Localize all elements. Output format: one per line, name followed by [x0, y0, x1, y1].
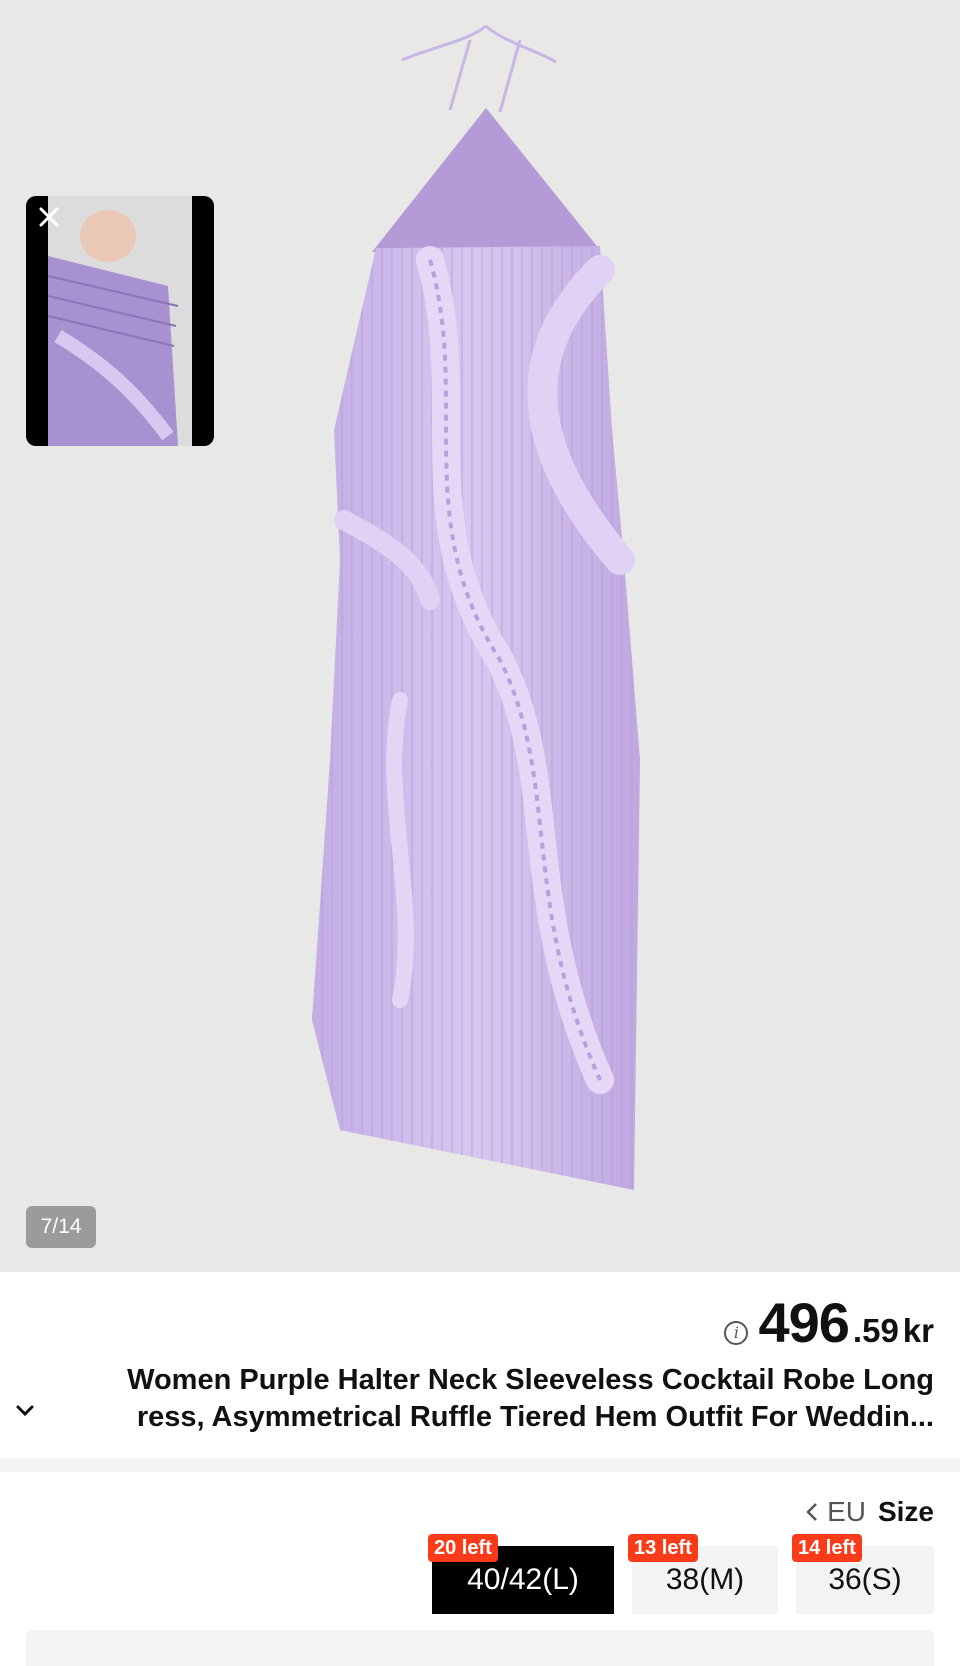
size-option-label: 36(S)	[828, 1563, 902, 1596]
close-icon[interactable]	[34, 202, 64, 232]
size-option-l[interactable]: 20 left 40/42(L)	[428, 1534, 614, 1614]
video-preview-image	[48, 196, 192, 446]
price-decimal: .59	[852, 1312, 899, 1349]
stock-badge: 14 left	[792, 1534, 862, 1562]
size-region-toggle[interactable]: EU	[805, 1496, 866, 1528]
info-icon[interactable]: i	[724, 1320, 749, 1345]
size-option-m[interactable]: 13 left 38(M)	[628, 1534, 778, 1614]
stock-badge: 20 left	[428, 1534, 498, 1562]
image-counter: 7/14	[26, 1206, 96, 1248]
size-option-s[interactable]: 14 left 36(S)	[792, 1534, 934, 1614]
chevron-down-icon[interactable]	[10, 1396, 40, 1426]
price: i 496 .59 kr	[724, 1290, 934, 1355]
product-image[interactable]	[0, 0, 960, 1272]
product-gallery[interactable]: 7/14	[0, 0, 960, 1272]
price-integer: 496	[758, 1291, 849, 1354]
next-section	[26, 1630, 934, 1666]
product-info: i 496 .59 kr Women Purple Halter Neck Sl…	[0, 1272, 960, 1458]
size-option-label: 40/42(L)	[467, 1563, 579, 1596]
product-title[interactable]: Women Purple Halter Neck Sleeveless Cock…	[54, 1362, 934, 1436]
stock-badge: 13 left	[628, 1534, 698, 1562]
price-currency: kr	[902, 1312, 934, 1349]
size-header: EU Size	[805, 1496, 934, 1528]
chevron-left-icon	[806, 1503, 817, 1521]
video-preview[interactable]	[26, 196, 214, 446]
size-region-label: EU	[827, 1496, 866, 1527]
title-line-2: ress, Asymmetrical Ruffle Tiered Hem Out…	[136, 1401, 934, 1433]
size-option-label: 38(M)	[665, 1563, 745, 1596]
title-line-1: Women Purple Halter Neck Sleeveless Cock…	[127, 1364, 934, 1396]
size-label: Size	[877, 1496, 934, 1527]
